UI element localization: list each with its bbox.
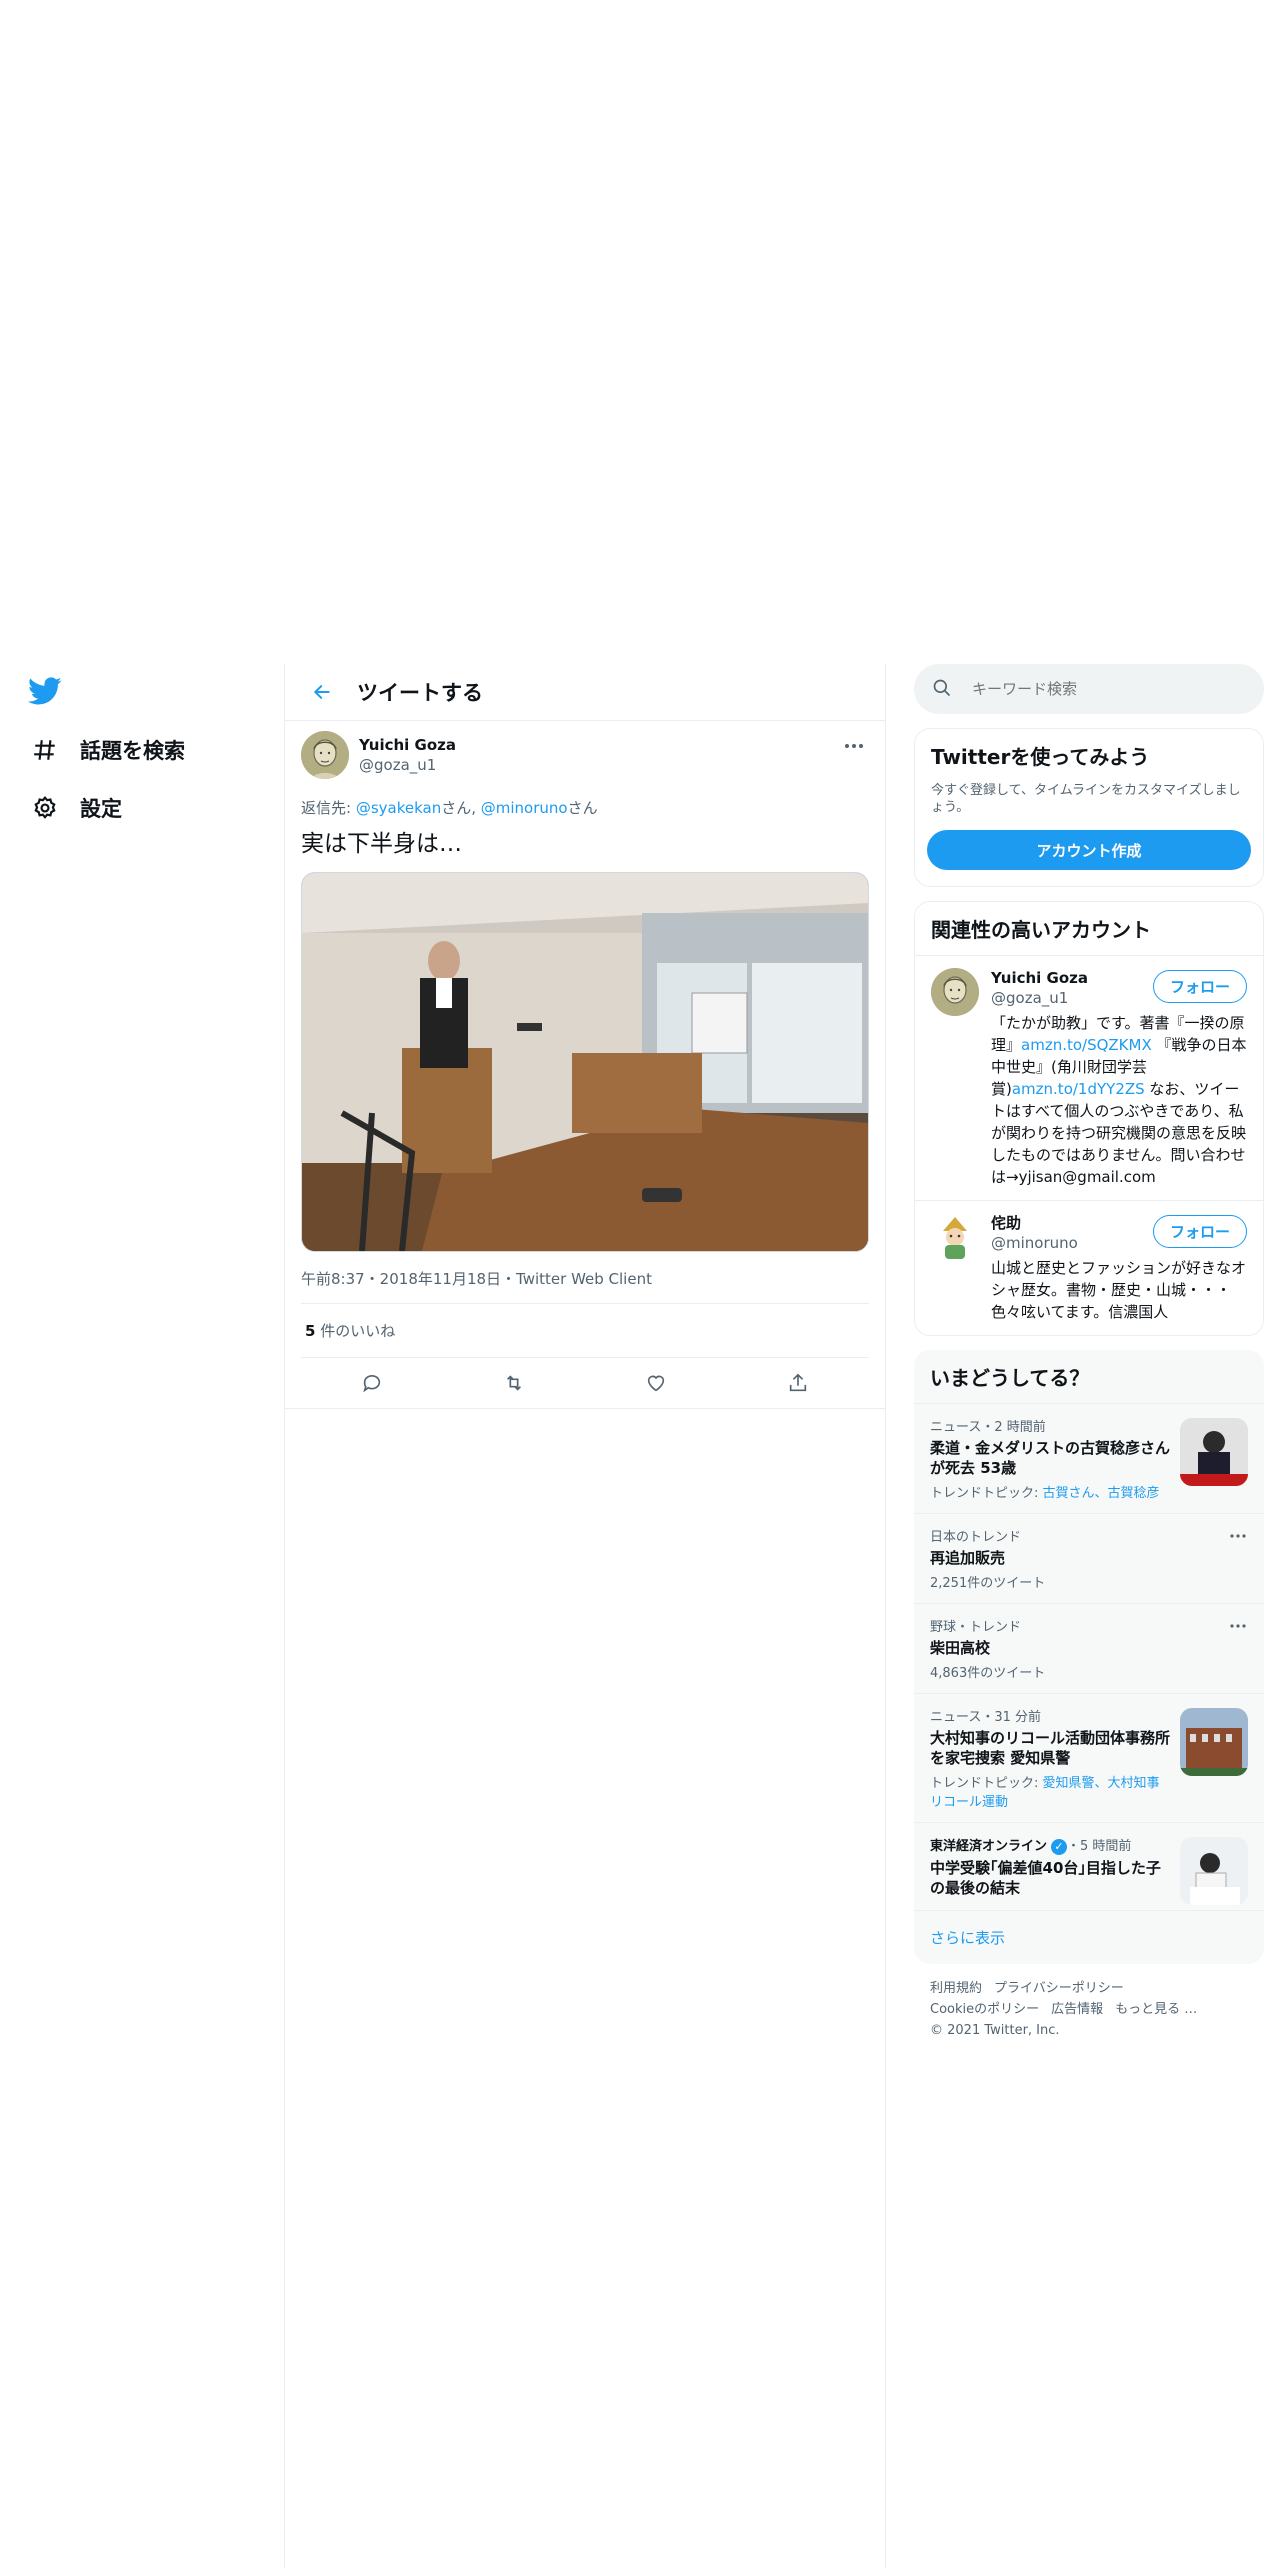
- trend-title: 中学受験｢偏差値40台｣目指した子の最後の結末: [930, 1858, 1161, 1897]
- reply-mid: さん,: [441, 799, 481, 817]
- twitter-bird-icon[interactable]: [28, 674, 68, 714]
- account-bio: 「たかが助教」です。著書『一揆の原理』amzn.to/SQZKMX 『戦争の日本…: [991, 1012, 1247, 1188]
- tweet-actions: [301, 1358, 869, 1408]
- verified-badge-icon: ✓: [1051, 1838, 1068, 1855]
- gear-icon: [30, 793, 60, 823]
- page-header: ツイートする: [285, 664, 885, 721]
- trend-meta: 野球・トレンド: [930, 1620, 1022, 1635]
- trend-title: 柔道・金メダリストの古賀稔彦さんが死去 53歳: [930, 1439, 1171, 1477]
- sidebar-right: Twitterを使ってみよう 今すぐ登録して、タイムラインをカスタマイズしましょ…: [914, 664, 1264, 2055]
- tweet-timestamp[interactable]: 午前8:37・2018年11月18日・Twitter Web Client: [301, 1268, 869, 1304]
- like-heart-icon[interactable]: [638, 1365, 674, 1401]
- footer-link[interactable]: もっと見る …: [1115, 2002, 1197, 2017]
- hashtag-icon: [30, 735, 60, 765]
- signup-title: Twitterを使ってみよう: [931, 745, 1150, 769]
- trend-title: 柴田高校: [930, 1639, 991, 1657]
- trend-item[interactable]: 日本のトレンド 再追加販売 2,251件のツイート: [914, 1513, 1264, 1603]
- page-title: ツイートする: [357, 681, 483, 705]
- trend-count: 2,251件のツイート: [930, 1576, 1046, 1591]
- avatar[interactable]: [931, 1213, 979, 1261]
- more-options-icon[interactable]: [839, 731, 869, 761]
- bio-link[interactable]: amzn.to/SQZKMX: [1021, 1036, 1152, 1054]
- trend-thumbnail: [1180, 1837, 1248, 1905]
- reply-suffix: さん: [567, 799, 598, 817]
- likes-number: 5: [305, 1322, 316, 1340]
- tweet: Yuichi Goza @goza_u1 返信先: @syakekanさん, @…: [285, 721, 885, 1409]
- trend-count: 4,863件のツイート: [930, 1666, 1046, 1681]
- trend-meta: ニュース・2 時間前: [930, 1420, 1046, 1435]
- footer: 利用規約 プライバシーポリシー Cookieのポリシー 広告情報 もっと見る … © …: [914, 1964, 1264, 2055]
- more-options-icon[interactable]: [1226, 1616, 1250, 1636]
- trend-topic-prefix: トレンドトピック:: [930, 1776, 1043, 1791]
- footer-links: 利用規約 プライバシーポリシー: [930, 1978, 1248, 1999]
- trend-thumbnail: [1180, 1418, 1248, 1486]
- trend-meta: ・5 時間前: [1067, 1839, 1132, 1854]
- bio-link[interactable]: amzn.to/1dYY2ZS: [1012, 1080, 1145, 1098]
- trend-thumbnail: [1180, 1708, 1248, 1776]
- footer-link[interactable]: 利用規約: [930, 1981, 982, 1996]
- trend-item[interactable]: 東洋経済オンライン ✓ ・5 時間前 中学受験｢偏差値40台｣目指した子の最後の結末: [914, 1822, 1264, 1910]
- reply-icon[interactable]: [354, 1365, 390, 1401]
- trend-topic-prefix: トレンドトピック:: [930, 1486, 1043, 1501]
- trend-topic-links[interactable]: 古賀さん、古賀稔彦: [1043, 1486, 1160, 1501]
- reply-context: 返信先: @syakekanさん, @minorunoさん: [301, 797, 869, 818]
- tweet-photo[interactable]: [301, 872, 869, 1252]
- create-account-button[interactable]: アカウント作成: [927, 830, 1251, 870]
- nav-item-explore[interactable]: 話題を検索: [30, 730, 185, 770]
- footer-link[interactable]: 広告情報: [1051, 2002, 1103, 2017]
- follow-button[interactable]: フォロー: [1152, 970, 1247, 1003]
- show-more-link[interactable]: さらに表示: [914, 1909, 1264, 1964]
- footer-link[interactable]: Cookieのポリシー: [930, 2002, 1039, 2017]
- footer-links: Cookieのポリシー 広告情報 もっと見る …: [930, 1999, 1248, 2020]
- trends-title: いまどうしてる？: [930, 1366, 1090, 1390]
- retweet-icon[interactable]: [496, 1365, 532, 1401]
- account-item[interactable]: 侘助 @minoruno 山城と歴史とファッションが好きなオシャ歴女。書物・歴史…: [915, 1200, 1263, 1335]
- trend-item[interactable]: 野球・トレンド 柴田高校 4,863件のツイート: [914, 1603, 1264, 1693]
- author-name[interactable]: Yuichi Goza: [359, 735, 456, 755]
- tweet-header: Yuichi Goza @goza_u1: [301, 721, 869, 779]
- trend-title: 大村知事のリコール活動団体事務所を家宅捜索 愛知県警: [930, 1729, 1171, 1767]
- tweet-author: Yuichi Goza @goza_u1: [359, 735, 456, 775]
- trend-item[interactable]: ニュース・31 分前 大村知事のリコール活動団体事務所を家宅捜索 愛知県警 トレ…: [914, 1693, 1264, 1822]
- nav-item-settings[interactable]: 設定: [30, 788, 122, 828]
- trend-title: 再追加販売: [930, 1549, 1006, 1567]
- main-column: ツイートする Yuichi Goza @goza_u1 返信先: @syakek…: [284, 664, 886, 2568]
- account-bio: 山城と歴史とファッションが好きなオシャ歴女。書物・歴史・山城・・・色々呟いてます…: [991, 1259, 1247, 1321]
- follow-button[interactable]: フォロー: [1152, 1215, 1247, 1248]
- author-handle[interactable]: @goza_u1: [359, 755, 456, 775]
- footer-link[interactable]: プライバシーポリシー: [994, 1981, 1124, 1996]
- signup-subtitle: 今すぐ登録して、タイムラインをカスタマイズしましょう。: [931, 783, 1241, 815]
- account-item[interactable]: Yuichi Goza @goza_u1 「たかが助教」です。著書『一揆の原理』…: [915, 955, 1263, 1200]
- page: 話題を検索 設定 ツイートする Yuichi Goza @goza_u1 返信先…: [0, 0, 1284, 2568]
- reply-user-link[interactable]: @minoruno: [481, 799, 568, 817]
- back-arrow-icon[interactable]: [305, 675, 339, 709]
- related-title: 関連性の高いアカウント: [931, 918, 1151, 942]
- likes-label: 件のいいね: [315, 1322, 396, 1340]
- likes-count[interactable]: 5 件のいいね: [301, 1304, 869, 1358]
- trend-topics: トレンドトピック: 古賀さん、古賀稔彦: [930, 1482, 1172, 1501]
- search-icon: [932, 678, 954, 700]
- reply-user-link[interactable]: @syakekan: [356, 799, 441, 817]
- trend-item[interactable]: ニュース・2 時間前 柔道・金メダリストの古賀稔彦さんが死去 53歳 トレンドト…: [914, 1403, 1264, 1513]
- nav-item-label: 設定: [80, 797, 122, 821]
- search-input[interactable]: [970, 679, 1234, 699]
- signup-panel: Twitterを使ってみよう 今すぐ登録して、タイムラインをカスタマイズしましょ…: [914, 728, 1264, 887]
- trend-meta: 日本のトレンド: [930, 1530, 1022, 1545]
- divider: [285, 1408, 885, 1409]
- avatar[interactable]: [301, 731, 349, 779]
- search-box[interactable]: [914, 664, 1264, 714]
- trend-source: 東洋経済オンライン ✓ ・5 時間前: [930, 1835, 1172, 1855]
- trend-topics: トレンドトピック: 愛知県警、大村知事リコール運動: [930, 1772, 1172, 1810]
- trend-meta: ニュース・31 分前: [930, 1710, 1042, 1725]
- nav-item-label: 話題を検索: [80, 739, 185, 763]
- source-name: 東洋経済オンライン: [930, 1839, 1048, 1854]
- trends-panel: いまどうしてる？ ニュース・2 時間前 柔道・金メダリストの古賀稔彦さんが死去 …: [914, 1350, 1264, 1964]
- copyright: © 2021 Twitter, Inc.: [930, 2022, 1060, 2038]
- more-options-icon[interactable]: [1226, 1526, 1250, 1546]
- reply-prefix: 返信先:: [301, 799, 356, 817]
- avatar[interactable]: [931, 968, 979, 1016]
- tweet-text: 実は下半身は…: [301, 831, 462, 857]
- share-icon[interactable]: [780, 1365, 816, 1401]
- related-accounts-panel: 関連性の高いアカウント Yuichi Goza @goza_u1 「たかが助教」…: [914, 901, 1264, 1336]
